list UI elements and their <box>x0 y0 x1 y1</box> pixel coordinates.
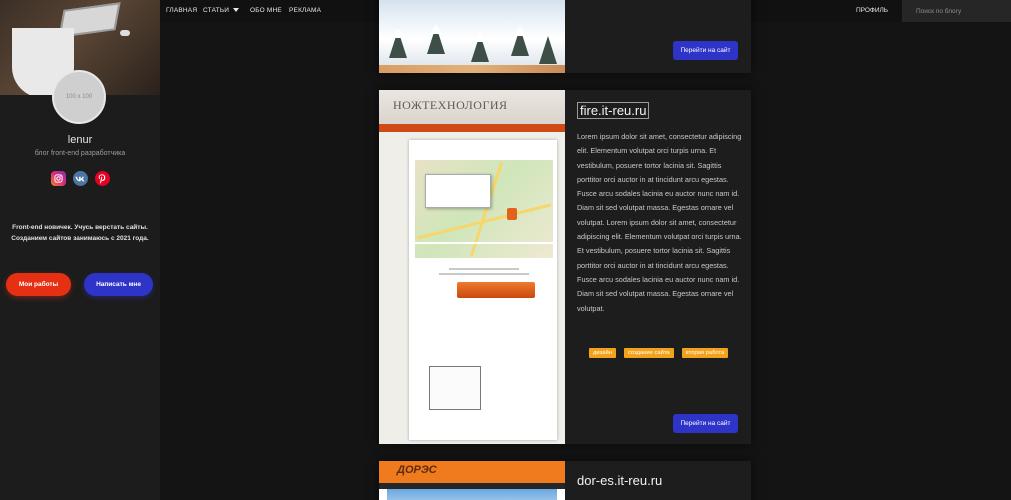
site-content <box>409 140 557 440</box>
card-details: dor-es.it-reu.ru <box>565 461 751 500</box>
map-pin-icon <box>507 208 517 220</box>
site-header: ДОРЭС <box>379 461 565 483</box>
visit-site-button[interactable]: Перейти на сайт <box>673 414 738 433</box>
map-popup <box>425 174 491 208</box>
user-name: lenur <box>67 134 93 146</box>
project-thumbnail[interactable]: ДОРЭС <box>379 461 565 500</box>
project-card: ДОРЭС dor-es.it-reu.ru <box>379 461 751 500</box>
text-line <box>449 268 519 270</box>
nav-item-home[interactable]: ГЛАВНАЯ <box>166 7 197 14</box>
nav-item-articles[interactable]: СТАТЬИ <box>203 7 229 14</box>
visit-site-button[interactable]: Перейти на сайт <box>673 41 738 60</box>
social-links <box>0 171 160 186</box>
write-me-button[interactable]: Написать мне <box>84 273 153 296</box>
nav-item-profile[interactable]: ПРОФИЛЬ <box>856 7 888 14</box>
site-banner <box>387 489 557 500</box>
about-text: Front-end новичек. Учусь верстать сайты.… <box>6 222 154 244</box>
snow-graphic <box>392 28 404 38</box>
site-header: НОЖТЕХНОЛОГИЯ <box>379 90 565 124</box>
sunset-strip <box>379 65 565 73</box>
site-logo: НОЖТЕХНОЛОГИЯ <box>393 98 508 112</box>
tag[interactable]: дизайн <box>589 348 616 358</box>
sidebar: 100 x 100 lenur блог front-end разработч… <box>0 0 160 500</box>
snow-graphic <box>474 32 486 42</box>
tag[interactable]: вторая работа <box>681 348 729 358</box>
project-thumbnail[interactable]: НОЖТЕХНОЛОГИЯ <box>379 90 565 444</box>
text-line <box>439 273 529 275</box>
my-works-button[interactable]: Мои работы <box>6 273 71 296</box>
user-subtitle: блог front-end разработчика <box>34 150 126 157</box>
card-description: Lorem ipsum dolor sit amet, consectetur … <box>577 132 742 313</box>
site-orange-button <box>457 282 535 298</box>
snow-graphic <box>430 24 442 34</box>
project-thumbnail[interactable] <box>379 0 565 73</box>
project-card: НОЖТЕХНОЛОГИЯ fire.it-reu.ru Lorem ipsum <box>379 90 751 444</box>
project-card: Перейти на сайт <box>379 0 751 73</box>
snow-graphic <box>514 26 526 36</box>
floor-plan-graphic <box>429 366 481 410</box>
mouse-graphic <box>120 30 130 36</box>
tree-graphic <box>539 36 557 64</box>
card-title[interactable]: fire.it-reu.ru <box>577 102 650 119</box>
instagram-icon[interactable] <box>50 171 66 186</box>
page: 100 x 100 lenur блог front-end разработч… <box>0 0 1011 500</box>
card-title[interactable]: dor-es.it-reu.ru <box>577 473 662 488</box>
nav-item-ads[interactable]: РЕКЛАМА <box>289 7 321 14</box>
site-navbar <box>379 124 565 132</box>
map-graphic <box>415 160 553 258</box>
avatar: 100 x 100 <box>52 70 106 124</box>
pinterest-icon[interactable] <box>94 171 110 186</box>
map-road <box>415 242 553 244</box>
chevron-down-icon[interactable] <box>233 8 239 12</box>
search-input[interactable] <box>902 0 1011 22</box>
site-logo: ДОРЭС <box>397 464 437 476</box>
tag[interactable]: создание сайта <box>623 348 674 358</box>
tag-list: дизайн создание сайта вторая работа <box>589 348 729 358</box>
about-line: Front-end новичек. Учусь верстать сайты. <box>12 224 148 231</box>
card-details: Перейти на сайт <box>565 0 751 73</box>
vk-icon[interactable] <box>72 171 88 186</box>
card-details: fire.it-reu.ru Lorem ipsum dolor sit ame… <box>565 90 751 444</box>
nav-item-about[interactable]: ОБО МНЕ <box>250 7 282 14</box>
about-line: Созданием сайтов занимаюсь с 2021 года. <box>11 235 149 242</box>
